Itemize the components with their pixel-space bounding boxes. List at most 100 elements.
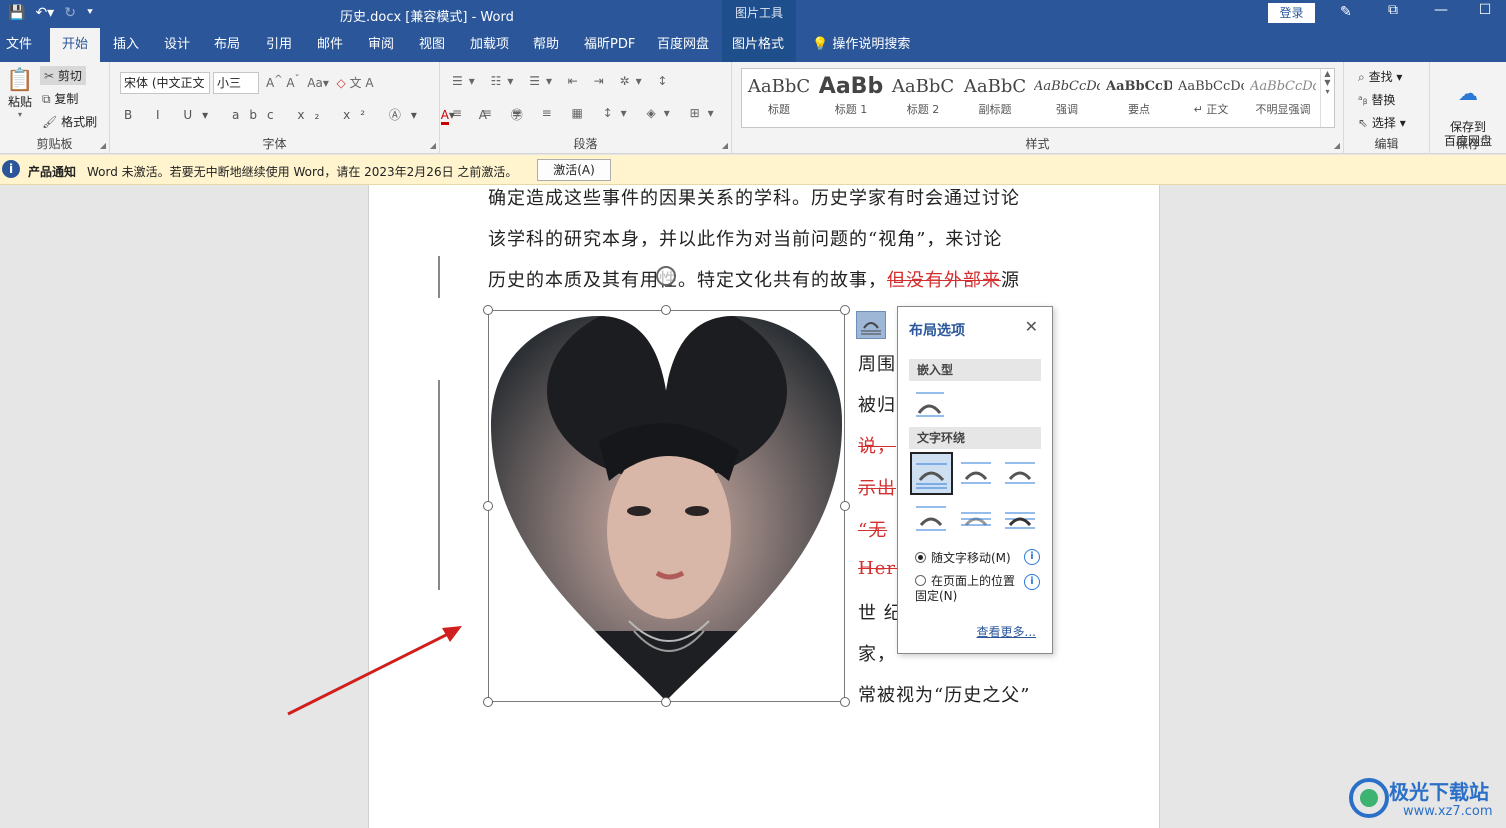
- tab-design[interactable]: 设计: [158, 28, 196, 62]
- tab-foxit-pdf[interactable]: 福昕PDF: [578, 28, 641, 62]
- cut-button[interactable]: ✂ 剪切: [40, 66, 86, 85]
- wrap-square-option[interactable]: [910, 452, 953, 495]
- inline-wrap-icon: [916, 392, 944, 417]
- fix-position-radio[interactable]: 在页面上的位置 固定(N): [915, 574, 1015, 604]
- font-launcher-icon[interactable]: ◢: [430, 141, 436, 150]
- font-name-combo[interactable]: 宋体 (中文正文: [120, 72, 210, 94]
- tab-references[interactable]: 引用: [260, 28, 298, 62]
- tab-baidu-netdisk[interactable]: 百度网盘: [651, 28, 715, 62]
- resize-handle[interactable]: [483, 305, 493, 315]
- redo-icon[interactable]: ↻: [64, 3, 76, 23]
- find-button[interactable]: ⌕ 查找 ▾: [1358, 68, 1402, 85]
- wrap-top-bottom-option[interactable]: [913, 499, 949, 535]
- font-size-combo[interactable]: 小三: [213, 72, 259, 94]
- text-line[interactable]: 确定造成这些事件的因果关系的学科。历史学家有时会通过讨论: [488, 184, 1020, 210]
- tab-home[interactable]: 开始: [50, 28, 101, 62]
- customize-qat-icon[interactable]: ⯆: [86, 3, 94, 23]
- styles-group-label: 样式: [1025, 137, 1050, 151]
- tab-file[interactable]: 文件: [0, 28, 38, 62]
- style-heading2[interactable]: AaBbC 标题 2: [890, 73, 956, 123]
- style-name: ↵ 正文: [1193, 103, 1229, 116]
- paragraph-launcher-icon[interactable]: ◢: [722, 141, 728, 150]
- see-more-link[interactable]: 查看更多...: [977, 623, 1036, 640]
- wrap-in-front-option[interactable]: [1002, 499, 1038, 535]
- style-name: 不明显强调: [1255, 103, 1311, 116]
- layout-options-button[interactable]: [856, 311, 886, 339]
- activate-button[interactable]: 激活(A): [537, 159, 611, 181]
- style-subtitle[interactable]: AaBbC 副标题: [962, 73, 1028, 123]
- login-button[interactable]: 登录: [1268, 3, 1315, 23]
- text-line[interactable]: 家，: [858, 640, 896, 666]
- styles-scroll[interactable]: ▲ ▼ ▾: [1320, 69, 1334, 127]
- list-buttons[interactable]: ☰▾ ☷▾ ☰▾ ⇤ ⇥ ✲▾ ↕: [452, 74, 673, 88]
- move-with-text-radio[interactable]: 随文字移动(M): [915, 549, 1011, 566]
- alignment-buttons[interactable]: ≡ ≡ ≡ ≡ ▦ ↕▾ ◈▾ ⊞▾: [452, 106, 722, 120]
- select-button[interactable]: ⇖ 选择 ▾: [1358, 114, 1406, 131]
- resize-handle[interactable]: [840, 697, 850, 707]
- style-normal[interactable]: AaBbCcDd ↵ 正文: [1178, 73, 1244, 123]
- ribbon-display-options-icon[interactable]: ⧉: [1378, 2, 1408, 18]
- tab-review[interactable]: 审阅: [362, 28, 400, 62]
- clear-format-icon[interactable]: ◇: [336, 76, 345, 90]
- format-painter-button[interactable]: 🖌 格式刷: [42, 113, 97, 130]
- tell-me-search[interactable]: 💡 操作说明搜索: [806, 28, 916, 62]
- site-watermark: 极光下载站 www.xz7.com: [1345, 772, 1505, 826]
- wrap-behind-text-option[interactable]: [958, 499, 994, 535]
- wrap-through-option[interactable]: [1002, 455, 1038, 491]
- find-label: 查找: [1368, 70, 1393, 84]
- tracked-deletion-line[interactable]: “无: [858, 516, 887, 542]
- resize-handle[interactable]: [840, 501, 850, 511]
- style-sample: AaBbC: [963, 76, 1027, 97]
- text-line[interactable]: 该学科的研究本身，并以此作为对当前问题的“视角”，来讨论: [488, 225, 1002, 251]
- wrap-inline-option[interactable]: [913, 387, 949, 423]
- undo-icon[interactable]: ↶▾: [35, 3, 54, 23]
- save-icon[interactable]: 💾: [8, 3, 25, 23]
- rotate-handle[interactable]: [656, 266, 676, 286]
- style-subtle-emphasis[interactable]: AaBbCcDd 不明显强调: [1250, 73, 1316, 123]
- resize-handle[interactable]: [483, 697, 493, 707]
- tab-picture-format[interactable]: 图片格式: [722, 28, 796, 62]
- close-icon[interactable]: ✕: [1025, 317, 1038, 336]
- paste-button[interactable]: 📋 粘贴 ▾: [5, 68, 35, 119]
- text-line[interactable]: 周围: [858, 350, 896, 376]
- tab-help[interactable]: 帮助: [527, 28, 565, 62]
- resize-handle[interactable]: [661, 697, 671, 707]
- phonetic-guide-icon[interactable]: 文: [350, 76, 362, 90]
- info-icon[interactable]: i: [1024, 574, 1040, 590]
- tab-mailings[interactable]: 邮件: [311, 28, 349, 62]
- style-title[interactable]: AaBbC 标题: [746, 73, 812, 123]
- tab-view[interactable]: 视图: [413, 28, 451, 62]
- inline-section-header: 嵌入型: [909, 359, 1041, 381]
- info-icon: i: [2, 160, 20, 178]
- copy-label: 复制: [54, 92, 79, 106]
- tab-insert[interactable]: 插入: [107, 28, 145, 62]
- red-arrow-annotation: [287, 626, 462, 716]
- tab-layout[interactable]: 布局: [208, 28, 246, 62]
- tracked-deletion: 但没有外部来: [887, 270, 1001, 291]
- tab-addins[interactable]: 加载项: [464, 28, 515, 62]
- resize-handle[interactable]: [661, 305, 671, 315]
- select-label: 选择: [1371, 116, 1396, 130]
- text-line[interactable]: 历史的本质及其有用性。特定文化共有的故事，但没有外部来源: [488, 266, 1020, 292]
- font-size-buttons[interactable]: A^ Aˇ Aa▾ ◇ 文 A: [266, 74, 374, 91]
- wrap-tight-option[interactable]: [958, 455, 994, 491]
- copy-button[interactable]: ⧉ 复制: [42, 90, 78, 107]
- style-heading1[interactable]: AaBb 标题 1: [818, 73, 884, 123]
- maximize-icon[interactable]: ☐: [1470, 2, 1500, 18]
- pen-icon[interactable]: ✎: [1340, 4, 1352, 20]
- minimize-icon[interactable]: —: [1426, 2, 1456, 18]
- tracked-deletion-line[interactable]: 说，: [858, 432, 896, 458]
- info-icon[interactable]: i: [1024, 549, 1040, 565]
- text-line[interactable]: 常被视为“历史之父”: [858, 681, 1030, 707]
- styles-launcher-icon[interactable]: ◢: [1334, 141, 1340, 150]
- tracked-deletion-line[interactable]: 示出: [858, 474, 896, 500]
- resize-handle[interactable]: [840, 305, 850, 315]
- text-line[interactable]: 被归: [858, 391, 896, 417]
- resize-handle[interactable]: [483, 501, 493, 511]
- clipboard-launcher-icon[interactable]: ◢: [100, 141, 106, 150]
- char-border-icon[interactable]: A: [365, 76, 373, 90]
- style-emphasis[interactable]: AaBbCcDd 强调: [1034, 73, 1100, 123]
- selected-picture-frame[interactable]: [488, 310, 845, 702]
- replace-button[interactable]: ᵃᵦ 替换: [1358, 91, 1395, 108]
- style-strong[interactable]: AaBbCcD 要点: [1106, 73, 1172, 123]
